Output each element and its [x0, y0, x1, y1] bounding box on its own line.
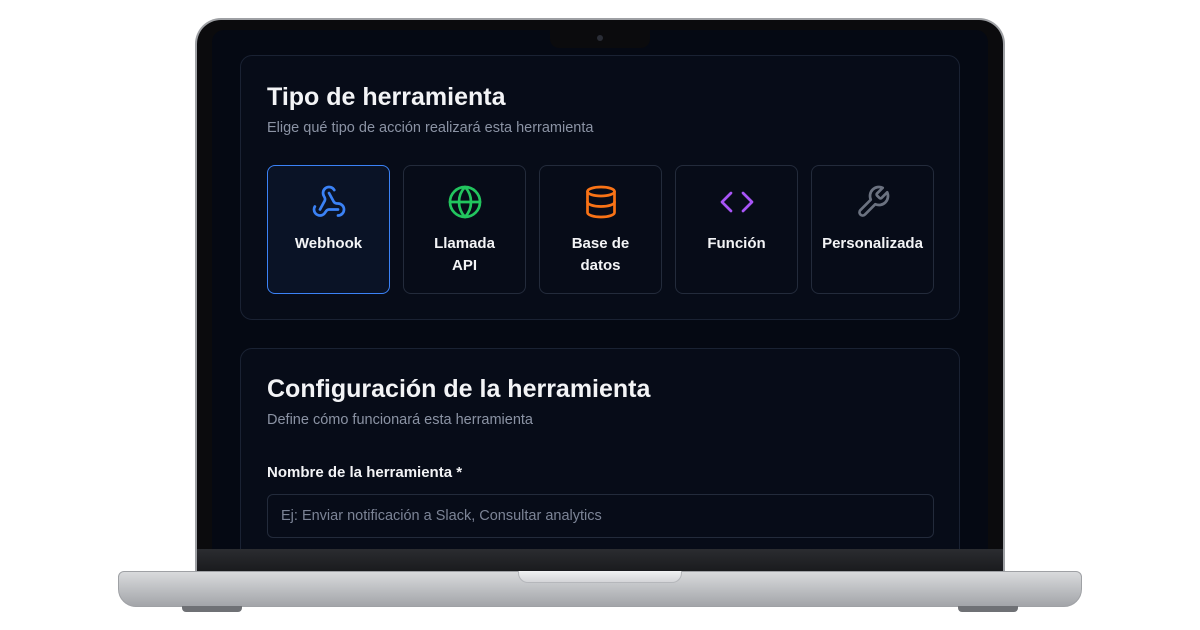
tool-option-label: Llamada API [434, 235, 495, 274]
tool-name-label: Nombre de la herramienta * [267, 464, 463, 481]
laptop-foot [958, 606, 1018, 612]
webhook-icon [312, 185, 345, 217]
tool-option-funcion[interactable]: Función [675, 165, 798, 294]
tool-option-label: Webhook [294, 235, 363, 252]
tool-option-llamada-api[interactable]: Llamada API [403, 165, 526, 294]
tool-type-title: Tipo de herramienta [267, 83, 506, 111]
tool-config-card: Configuración de la herramienta Define c… [240, 348, 960, 578]
tool-option-personalizada[interactable]: Personalizada [811, 165, 934, 294]
globe-icon [448, 185, 481, 219]
tool-option-label: Base de datos [571, 235, 630, 274]
laptop-opening-notch [518, 571, 682, 583]
tool-type-options: Webhook Llamada API Base de datos Funció… [267, 165, 934, 294]
tool-config-subtitle: Define cómo funcionará esta herramienta [267, 412, 533, 428]
code-icon [720, 191, 753, 213]
tool-type-subtitle: Elige qué tipo de acción realizará esta … [267, 120, 594, 136]
tool-option-label: Personalizada [822, 235, 923, 252]
tool-config-title: Configuración de la herramienta [267, 375, 651, 403]
camera-icon [597, 35, 603, 41]
tool-option-webhook[interactable]: Webhook [267, 165, 390, 294]
tool-type-card: Tipo de herramienta Elige qué tipo de ac… [240, 55, 960, 320]
tool-option-label: Función [707, 235, 766, 252]
wrench-icon [857, 185, 889, 217]
laptop-bottom-bezel [197, 549, 1003, 571]
tool-option-base-de-datos[interactable]: Base de datos [539, 165, 662, 294]
tool-name-input[interactable] [267, 494, 934, 538]
laptop-foot [182, 606, 242, 612]
database-icon [585, 185, 616, 219]
